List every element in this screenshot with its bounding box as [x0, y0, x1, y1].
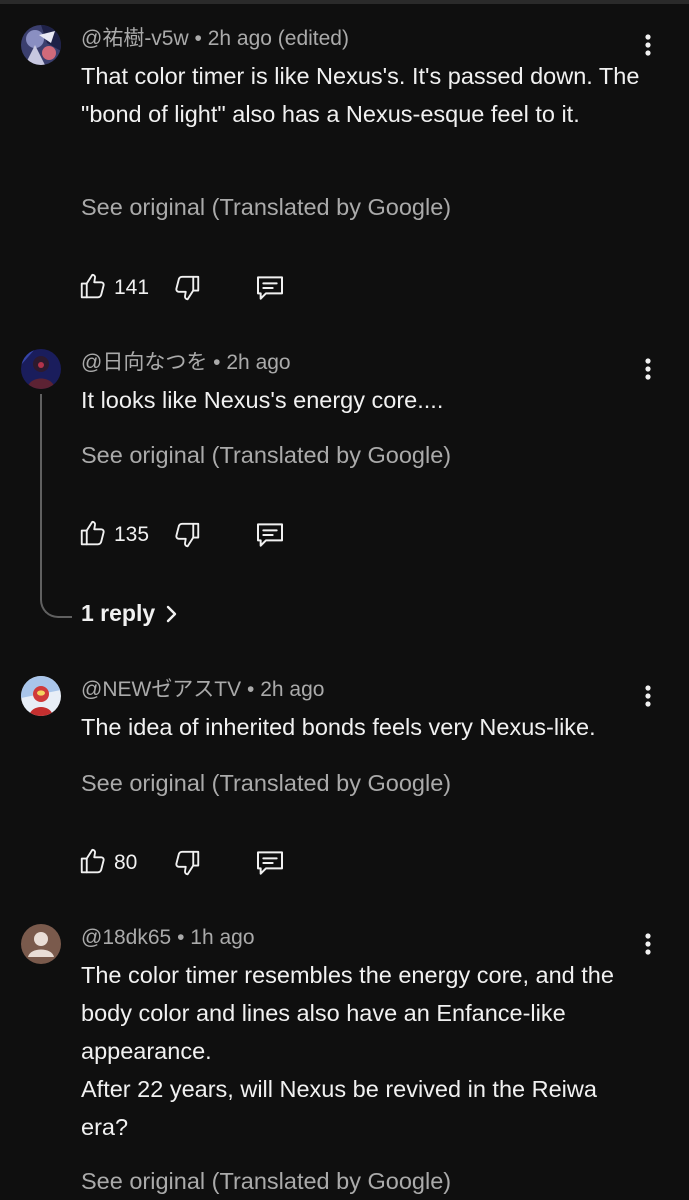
like-count: 135	[114, 523, 150, 546]
more-options-icon[interactable]	[634, 31, 662, 59]
comment-time: 2h ago	[226, 351, 291, 374]
see-original-link[interactable]: See original (Translated by Google)	[81, 1166, 451, 1196]
comment-author[interactable]: @NEWゼアスTV	[81, 678, 241, 701]
comment-reply-icon	[254, 851, 286, 884]
comment-time: 2h ago	[260, 678, 325, 701]
like-button[interactable]: 135	[78, 518, 149, 552]
reply-button[interactable]	[254, 846, 286, 885]
replies-count-label: 1 reply	[81, 600, 156, 626]
comment-author[interactable]: @祐樹-v5w	[81, 27, 189, 50]
thumbs-up-icon	[78, 518, 108, 553]
more-options-icon[interactable]	[634, 930, 662, 958]
comment-actions: 80	[78, 846, 338, 880]
like-count: 141	[114, 276, 150, 299]
comment-actions: 141	[78, 271, 338, 305]
see-original-link[interactable]: See original (Translated by Google)	[81, 440, 451, 470]
default-person-avatar[interactable]	[21, 924, 61, 964]
comment-text: The idea of inherited bonds feels very N…	[81, 714, 596, 740]
meta-separator: •	[247, 678, 255, 701]
comment-time: 2h ago	[207, 27, 272, 50]
comment-meta: @祐樹-v5w • 2h ago (edited)	[81, 25, 349, 53]
top-divider	[0, 0, 689, 4]
comment-author[interactable]: @18dk65	[81, 926, 171, 949]
dislike-button[interactable]	[172, 271, 202, 310]
comment-text: It looks like Nexus's energy core....	[81, 387, 444, 413]
dark-figure-avatar[interactable]	[21, 349, 61, 389]
comment-reply-icon	[254, 276, 286, 309]
chevron-right-icon	[163, 603, 179, 625]
anime-character-avatar[interactable]	[21, 25, 61, 65]
like-button[interactable]: 141	[78, 271, 149, 305]
view-replies-button[interactable]: 1 reply	[81, 600, 179, 627]
hero-avatar[interactable]	[21, 676, 61, 716]
reply-button[interactable]	[254, 518, 286, 557]
comment-actions: 135	[78, 518, 338, 552]
dislike-button[interactable]	[172, 518, 202, 557]
reply-button[interactable]	[254, 271, 286, 310]
like-button[interactable]: 80	[78, 846, 137, 880]
like-count: 80	[114, 851, 138, 874]
thumbs-up-icon	[78, 846, 108, 881]
comment-author[interactable]: @日向なつを	[81, 351, 207, 374]
comment-meta: @NEWゼアスTV • 2h ago	[81, 676, 324, 704]
comment-text-paragraph: After 22 years, will Nexus be revived in…	[81, 1076, 597, 1140]
meta-separator: •	[177, 926, 185, 949]
comment-text: The color timer resembles the energy cor…	[81, 956, 641, 1146]
thread-connector-line	[40, 394, 72, 618]
thumbs-up-icon	[78, 271, 108, 306]
comment-text: That color timer is like Nexus's. It's p…	[81, 63, 640, 127]
meta-separator: •	[213, 351, 221, 374]
comment-reply-icon	[254, 523, 286, 556]
see-original-link[interactable]: See original (Translated by Google)	[81, 768, 451, 798]
comment-text-paragraph: The color timer resembles the energy cor…	[81, 962, 614, 1064]
see-original-link[interactable]: See original (Translated by Google)	[81, 192, 451, 222]
more-options-icon[interactable]	[634, 682, 662, 710]
dislike-button[interactable]	[172, 846, 202, 885]
edited-label: (edited)	[277, 27, 349, 50]
thumbs-down-icon	[172, 522, 202, 556]
thumbs-down-icon	[172, 850, 202, 884]
comment-meta: @日向なつを • 2h ago	[81, 349, 291, 377]
comment-time: 1h ago	[190, 926, 255, 949]
more-options-icon[interactable]	[634, 355, 662, 383]
thumbs-down-icon	[172, 275, 202, 309]
comment-meta: @18dk65 • 1h ago	[81, 924, 255, 952]
meta-separator: •	[194, 27, 202, 50]
